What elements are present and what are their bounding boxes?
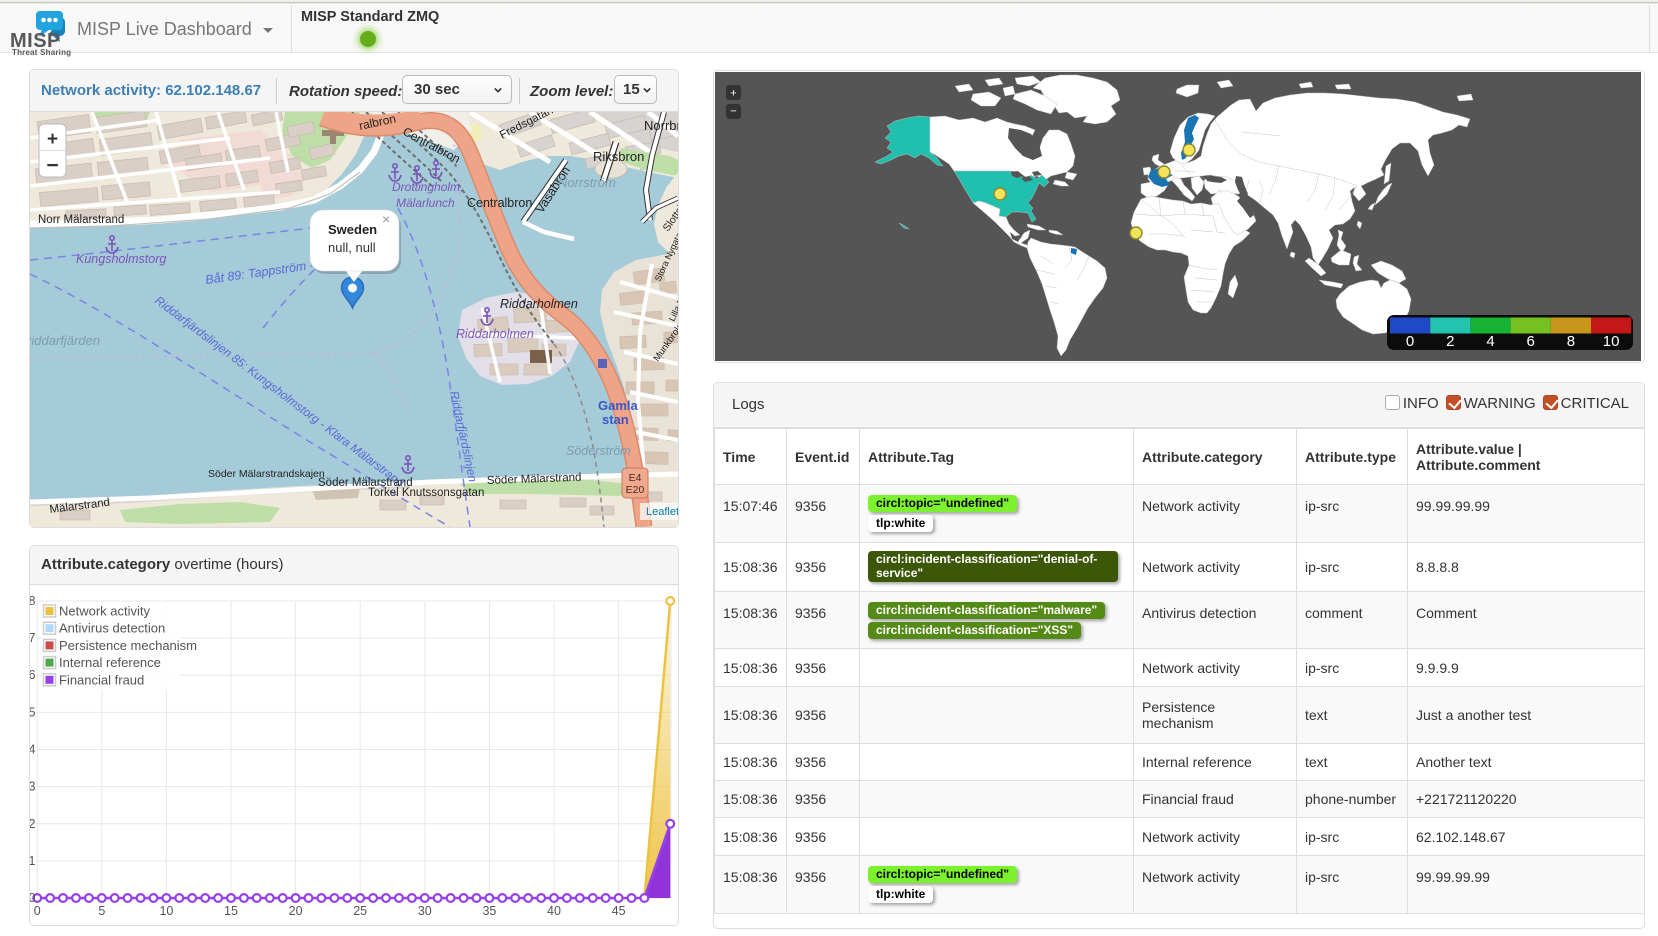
svg-text:8: 8 (30, 594, 36, 608)
svg-text:30: 30 (418, 904, 432, 918)
svg-text:Antivirus detection: Antivirus detection (59, 621, 165, 636)
svg-text:Threat Sharing: Threat Sharing (12, 48, 71, 57)
svg-text:Söderström: Söderström (566, 444, 631, 458)
svg-text:0: 0 (34, 904, 41, 918)
svg-text:Norr Mälarstrand: Norr Mälarstrand (38, 214, 124, 226)
svg-text:40: 40 (547, 904, 561, 918)
svg-text:1: 1 (30, 854, 36, 868)
svg-text:2: 2 (1446, 333, 1454, 350)
svg-text:5: 5 (98, 904, 105, 918)
svg-text:25: 25 (353, 904, 367, 918)
svg-text:Riddarholmen: Riddarholmen (456, 327, 534, 341)
svg-text:0: 0 (30, 891, 36, 905)
svg-text:2: 2 (30, 817, 36, 831)
svg-text:Riddarfjärden: Riddarfjärden (30, 333, 100, 348)
svg-text:15: 15 (224, 904, 238, 918)
svg-text:Leaflet: Leaflet (646, 506, 678, 518)
svg-text:Riddarholmen: Riddarholmen (500, 297, 578, 311)
svg-text:7: 7 (30, 631, 36, 645)
svg-text:E20: E20 (626, 484, 645, 496)
svg-text:4: 4 (30, 743, 36, 757)
svg-text:null, null: null, null (328, 240, 376, 255)
svg-text:20: 20 (289, 904, 303, 918)
svg-text:Sweden: Sweden (328, 222, 377, 237)
svg-text:Söder Mälarstrandskajen: Söder Mälarstrandskajen (208, 468, 325, 480)
svg-text:Norrström: Norrström (558, 175, 616, 190)
svg-text:35: 35 (482, 904, 496, 918)
svg-text:8: 8 (1567, 333, 1575, 350)
svg-text:+: + (730, 88, 736, 100)
svg-text:−: − (730, 106, 736, 118)
svg-text:Mälarlunch: Mälarlunch (396, 196, 455, 210)
svg-text:Drottingholm,: Drottingholm, (392, 180, 463, 194)
svg-text:Centralbron: Centralbron (467, 196, 532, 210)
svg-text:0: 0 (1406, 333, 1414, 350)
svg-text:4: 4 (1486, 333, 1494, 350)
svg-text:Torkel Knutssonsgatan: Torkel Knutssonsgatan (368, 487, 484, 499)
svg-text:Kungsholmstorg: Kungsholmstorg (76, 252, 166, 266)
svg-text:Internal reference: Internal reference (59, 655, 161, 670)
svg-text:3: 3 (30, 780, 36, 794)
svg-text:Financial fraud: Financial fraud (59, 672, 144, 687)
svg-text:6: 6 (1527, 333, 1535, 350)
svg-text:10: 10 (159, 904, 173, 918)
svg-text:Network activity: Network activity (59, 604, 151, 619)
svg-text:45: 45 (612, 904, 626, 918)
svg-text:Persistence mechanism: Persistence mechanism (59, 638, 197, 653)
svg-text:Norrbr: Norrbr (644, 118, 678, 133)
svg-text:6: 6 (30, 668, 36, 682)
svg-text:10: 10 (1603, 333, 1620, 350)
svg-text:×: × (382, 211, 390, 227)
svg-text:−: − (46, 154, 58, 177)
svg-text:stan: stan (602, 412, 629, 427)
svg-text:+: + (47, 129, 58, 150)
svg-text:Riksbron: Riksbron (593, 149, 644, 164)
svg-text:E4: E4 (629, 472, 642, 484)
svg-text:5: 5 (30, 705, 36, 719)
svg-text:Gamla: Gamla (598, 398, 639, 413)
